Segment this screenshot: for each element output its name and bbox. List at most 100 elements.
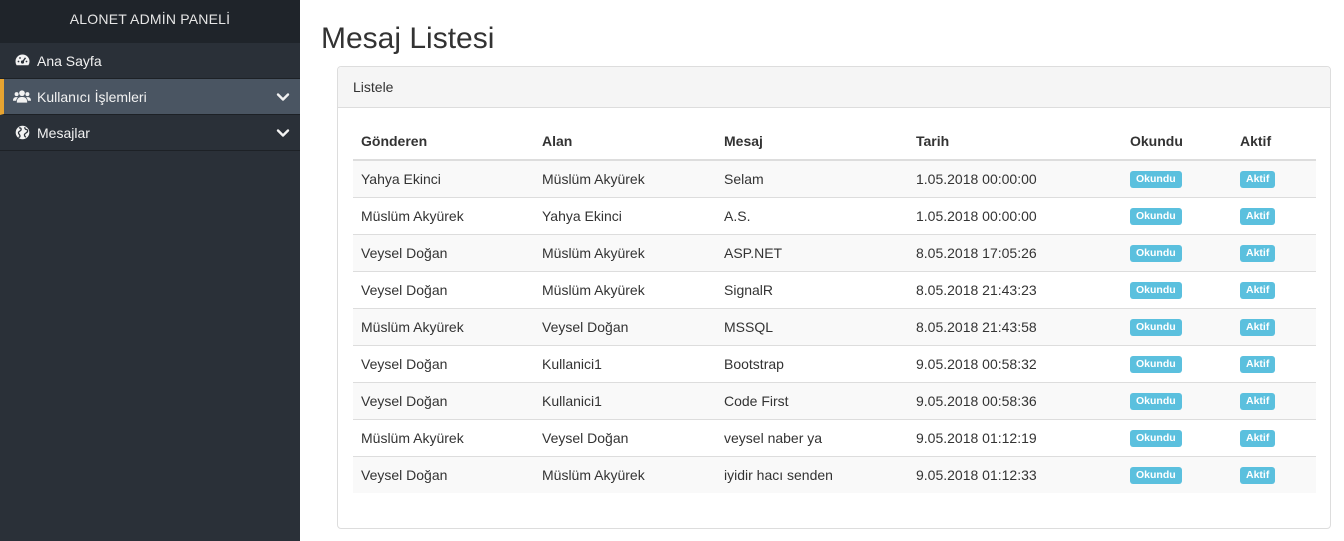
read-status-badge: Okundu bbox=[1130, 319, 1182, 336]
active-status-badge: Aktif bbox=[1240, 245, 1276, 262]
sidebar-item-kullanici-islemleri[interactable]: Kullanıcı İşlemleri bbox=[0, 79, 300, 115]
users-icon bbox=[13, 89, 31, 105]
column-header-alan: Alan bbox=[534, 123, 716, 161]
table-row: Veysel Doğan Müslüm Akyürek ASP.NET 8.05… bbox=[353, 233, 1316, 271]
sender-cell: Veysel Doğan bbox=[353, 270, 534, 308]
column-header-aktif: Aktif bbox=[1232, 123, 1316, 161]
table-row: Müslüm Akyürek Veysel Doğan MSSQL 8.05.2… bbox=[353, 307, 1316, 345]
column-header-gonderen: Gönderen bbox=[353, 123, 534, 161]
table-row: Veysel Doğan Müslüm Akyürek iyidir hacı … bbox=[353, 455, 1316, 493]
recipient-cell: Müslüm Akyürek bbox=[534, 270, 716, 308]
date-cell: 9.05.2018 01:12:19 bbox=[908, 418, 1122, 456]
recipient-cell: Kullanici1 bbox=[534, 381, 716, 419]
recipient-cell: Kullanici1 bbox=[534, 344, 716, 382]
read-status-badge: Okundu bbox=[1130, 208, 1182, 225]
read-status-badge: Okundu bbox=[1130, 356, 1182, 373]
active-cell: Aktif bbox=[1232, 233, 1316, 271]
sidebar-item-label: Kullanıcı İşlemleri bbox=[37, 88, 147, 105]
read-cell: Okundu bbox=[1122, 381, 1232, 419]
read-status-badge: Okundu bbox=[1130, 245, 1182, 262]
sender-cell: Veysel Doğan bbox=[353, 344, 534, 382]
table-row: Veysel Doğan Kullanici1 Code First 9.05.… bbox=[353, 381, 1316, 419]
read-cell: Okundu bbox=[1122, 307, 1232, 345]
date-cell: 8.05.2018 21:43:23 bbox=[908, 270, 1122, 308]
recipient-cell: Müslüm Akyürek bbox=[534, 455, 716, 493]
sidebar-item-ana-sayfa[interactable]: Ana Sayfa bbox=[0, 43, 300, 79]
active-cell: Aktif bbox=[1232, 455, 1316, 493]
column-header-tarih: Tarih bbox=[908, 123, 1122, 161]
dashboard-icon bbox=[13, 53, 31, 69]
active-cell: Aktif bbox=[1232, 344, 1316, 382]
date-cell: 9.05.2018 00:58:36 bbox=[908, 381, 1122, 419]
message-cell: Bootstrap bbox=[716, 344, 908, 382]
message-list-panel: Listele Gönderen Alan Mesaj Tarih Okundu… bbox=[337, 66, 1331, 529]
chevron-down-icon bbox=[276, 90, 290, 104]
date-cell: 8.05.2018 17:05:26 bbox=[908, 233, 1122, 271]
message-cell: Code First bbox=[716, 381, 908, 419]
recipient-cell: Yahya Ekinci bbox=[534, 196, 716, 234]
active-status-badge: Aktif bbox=[1240, 393, 1276, 410]
main-content: Mesaj Listesi Listele Gönderen Alan Mesa… bbox=[300, 0, 1344, 541]
read-cell: Okundu bbox=[1122, 344, 1232, 382]
read-cell: Okundu bbox=[1122, 418, 1232, 456]
active-cell: Aktif bbox=[1232, 196, 1316, 234]
recipient-cell: Müslüm Akyürek bbox=[534, 233, 716, 271]
message-cell: ASP.NET bbox=[716, 233, 908, 271]
read-cell: Okundu bbox=[1122, 160, 1232, 197]
read-cell: Okundu bbox=[1122, 196, 1232, 234]
table-header-row: Gönderen Alan Mesaj Tarih Okundu Aktif bbox=[353, 123, 1316, 161]
table-row: Veysel Doğan Kullanici1 Bootstrap 9.05.2… bbox=[353, 344, 1316, 382]
date-cell: 9.05.2018 01:12:33 bbox=[908, 455, 1122, 493]
message-cell: MSSQL bbox=[716, 307, 908, 345]
brand-title: ALONET ADMİN PANELİ bbox=[0, 0, 300, 43]
read-status-badge: Okundu bbox=[1130, 282, 1182, 299]
active-status-badge: Aktif bbox=[1240, 467, 1276, 485]
message-table: Gönderen Alan Mesaj Tarih Okundu Aktif Y… bbox=[353, 123, 1316, 493]
active-status-badge: Aktif bbox=[1240, 208, 1276, 225]
active-cell: Aktif bbox=[1232, 381, 1316, 419]
active-cell: Aktif bbox=[1232, 160, 1316, 197]
message-cell: veysel naber ya bbox=[716, 418, 908, 456]
active-status-badge: Aktif bbox=[1240, 282, 1276, 299]
message-cell: Selam bbox=[716, 160, 908, 197]
message-cell: A.S. bbox=[716, 196, 908, 234]
table-row: Yahya Ekinci Müslüm Akyürek Selam 1.05.2… bbox=[353, 160, 1316, 197]
sender-cell: Veysel Doğan bbox=[353, 381, 534, 419]
sidebar-item-label: Mesajlar bbox=[37, 124, 90, 141]
active-status-badge: Aktif bbox=[1240, 171, 1276, 189]
message-cell: iyidir hacı senden bbox=[716, 455, 908, 493]
message-cell: SignalR bbox=[716, 270, 908, 308]
active-status-badge: Aktif bbox=[1240, 356, 1276, 373]
column-header-okundu: Okundu bbox=[1122, 123, 1232, 161]
active-status-badge: Aktif bbox=[1240, 430, 1276, 447]
table-row: Müslüm Akyürek Yahya Ekinci A.S. 1.05.20… bbox=[353, 196, 1316, 234]
sidebar-item-mesajlar[interactable]: Mesajlar bbox=[0, 115, 300, 151]
read-cell: Okundu bbox=[1122, 270, 1232, 308]
table-row: Müslüm Akyürek Veysel Doğan veysel naber… bbox=[353, 418, 1316, 456]
read-status-badge: Okundu bbox=[1130, 171, 1182, 189]
active-cell: Aktif bbox=[1232, 418, 1316, 456]
sidebar: ALONET ADMİN PANELİ Ana Sayfa Kullanıcı … bbox=[0, 0, 300, 541]
globe-icon bbox=[13, 125, 31, 141]
read-cell: Okundu bbox=[1122, 455, 1232, 493]
sender-cell: Müslüm Akyürek bbox=[353, 418, 534, 456]
sender-cell: Veysel Doğan bbox=[353, 455, 534, 493]
table-row: Veysel Doğan Müslüm Akyürek SignalR 8.05… bbox=[353, 270, 1316, 308]
recipient-cell: Müslüm Akyürek bbox=[534, 160, 716, 197]
date-cell: 1.05.2018 00:00:00 bbox=[908, 160, 1122, 197]
sender-cell: Müslüm Akyürek bbox=[353, 196, 534, 234]
active-cell: Aktif bbox=[1232, 270, 1316, 308]
read-status-badge: Okundu bbox=[1130, 393, 1182, 410]
sender-cell: Veysel Doğan bbox=[353, 233, 534, 271]
date-cell: 1.05.2018 00:00:00 bbox=[908, 196, 1122, 234]
read-cell: Okundu bbox=[1122, 233, 1232, 271]
read-status-badge: Okundu bbox=[1130, 467, 1182, 485]
read-status-badge: Okundu bbox=[1130, 430, 1182, 447]
sender-cell: Müslüm Akyürek bbox=[353, 307, 534, 345]
sidebar-item-label: Ana Sayfa bbox=[37, 52, 102, 69]
date-cell: 8.05.2018 21:43:58 bbox=[908, 307, 1122, 345]
page-title: Mesaj Listesi bbox=[321, 22, 495, 55]
active-cell: Aktif bbox=[1232, 307, 1316, 345]
sender-cell: Yahya Ekinci bbox=[353, 160, 534, 197]
panel-heading: Listele bbox=[338, 67, 1330, 108]
